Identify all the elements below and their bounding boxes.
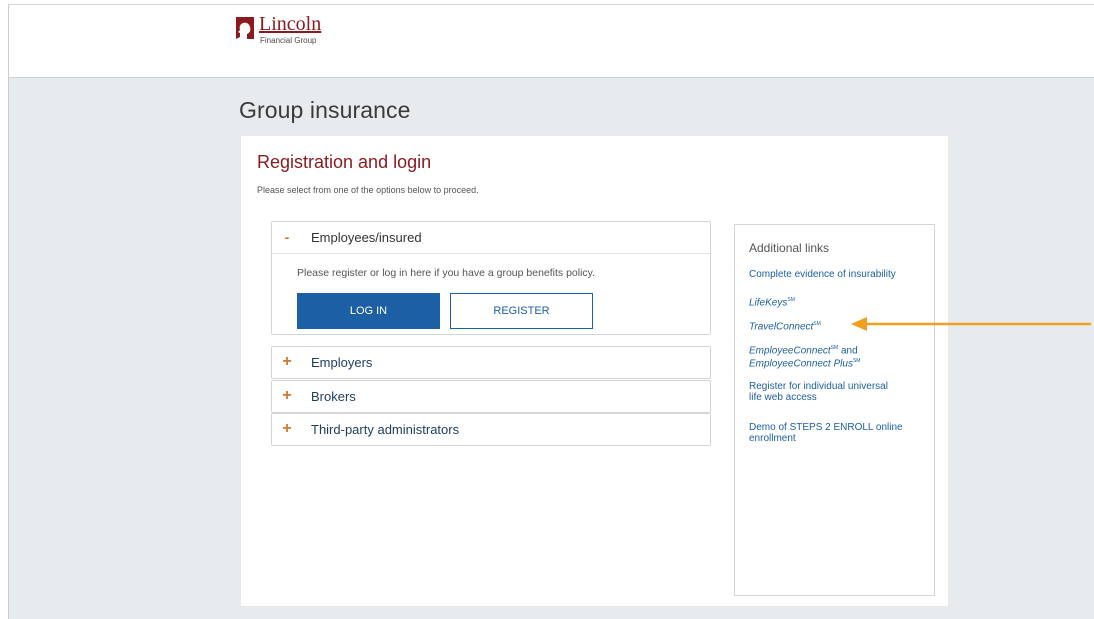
service-mark: SM — [852, 358, 861, 365]
additional-links-box: Additional links Complete evidence of in… — [734, 224, 935, 596]
browser-frame: Lincoln Financial Group Group insurance … — [8, 4, 1094, 619]
header-bar: Lincoln Financial Group — [9, 5, 1094, 78]
accordion-header-employees[interactable]: - Employees/insured — [272, 222, 710, 253]
accordion-label: Brokers — [311, 389, 356, 404]
additional-links-title: Additional links — [749, 241, 830, 255]
link-evidence-of-insurability[interactable]: Complete evidence of insurability — [749, 269, 929, 280]
accordion-third-party[interactable]: + Third-party administrators — [271, 413, 711, 446]
link-text: enrollment — [749, 433, 796, 444]
accordion-label: Employers — [311, 355, 373, 370]
accordion-brokers[interactable]: + Brokers — [271, 380, 711, 413]
registration-panel: Registration and login Please select fro… — [241, 136, 948, 606]
accordion-employers[interactable]: + Employers — [271, 346, 711, 379]
arrow-left-icon — [851, 317, 1091, 331]
lincoln-silhouette-icon — [236, 17, 254, 39]
link-text: Complete evidence of insurability — [749, 269, 896, 280]
accordion-employees: - Employees/insured Please register or l… — [271, 221, 711, 335]
accordion-label: Third-party administrators — [311, 422, 460, 437]
link-text: LifeKeys — [749, 297, 788, 309]
employees-instructions: Please register or log in here if you ha… — [297, 267, 596, 279]
link-text: and — [838, 345, 858, 357]
link-employeeconnect[interactable]: EmployeeConnect SM and EmployeeConnect Pl… — [749, 343, 929, 370]
brand-subtitle: Financial Group — [260, 36, 317, 45]
link-steps2enroll-demo[interactable]: Demo of STEPS 2 ENROLL online enrollment — [749, 422, 929, 444]
panel-heading: Registration and login — [257, 152, 432, 172]
link-lifekeys[interactable]: LifeKeysSM — [749, 295, 929, 308]
register-button[interactable]: REGISTER — [450, 293, 593, 329]
login-button[interactable]: LOG IN — [297, 293, 440, 329]
link-text: EmployeeConnect Plus — [749, 358, 853, 370]
link-text: EmployeeConnect — [749, 345, 831, 357]
expand-icon: + — [282, 387, 292, 404]
service-mark: SM — [787, 297, 795, 303]
expand-icon: + — [282, 353, 292, 370]
accordion-header-brokers[interactable]: + Brokers — [272, 381, 710, 412]
link-text: Register for individual universal — [749, 381, 888, 392]
link-text: Demo of STEPS 2 ENROLL online — [749, 422, 903, 433]
expand-icon: + — [282, 420, 292, 437]
panel-instructions: Please select from one of the options be… — [257, 185, 479, 195]
link-text: life web access — [749, 392, 817, 403]
brand-name: Lincoln — [259, 13, 322, 35]
accordion-header-employers[interactable]: + Employers — [272, 347, 710, 378]
accordion-header-third-party[interactable]: + Third-party administrators — [272, 414, 710, 445]
accordion-label: Employees/insured — [311, 230, 422, 245]
lincoln-logo[interactable]: Lincoln Financial Group — [234, 13, 344, 47]
collapse-icon: - — [284, 229, 290, 245]
service-mark: SM — [813, 321, 821, 327]
page-title: Group insurance — [239, 97, 411, 123]
accordion-body-employees: Please register or log in here if you ha… — [272, 253, 710, 334]
link-text: TravelConnect — [749, 321, 814, 333]
link-register-universal-life[interactable]: Register for individual universal life w… — [749, 381, 929, 403]
